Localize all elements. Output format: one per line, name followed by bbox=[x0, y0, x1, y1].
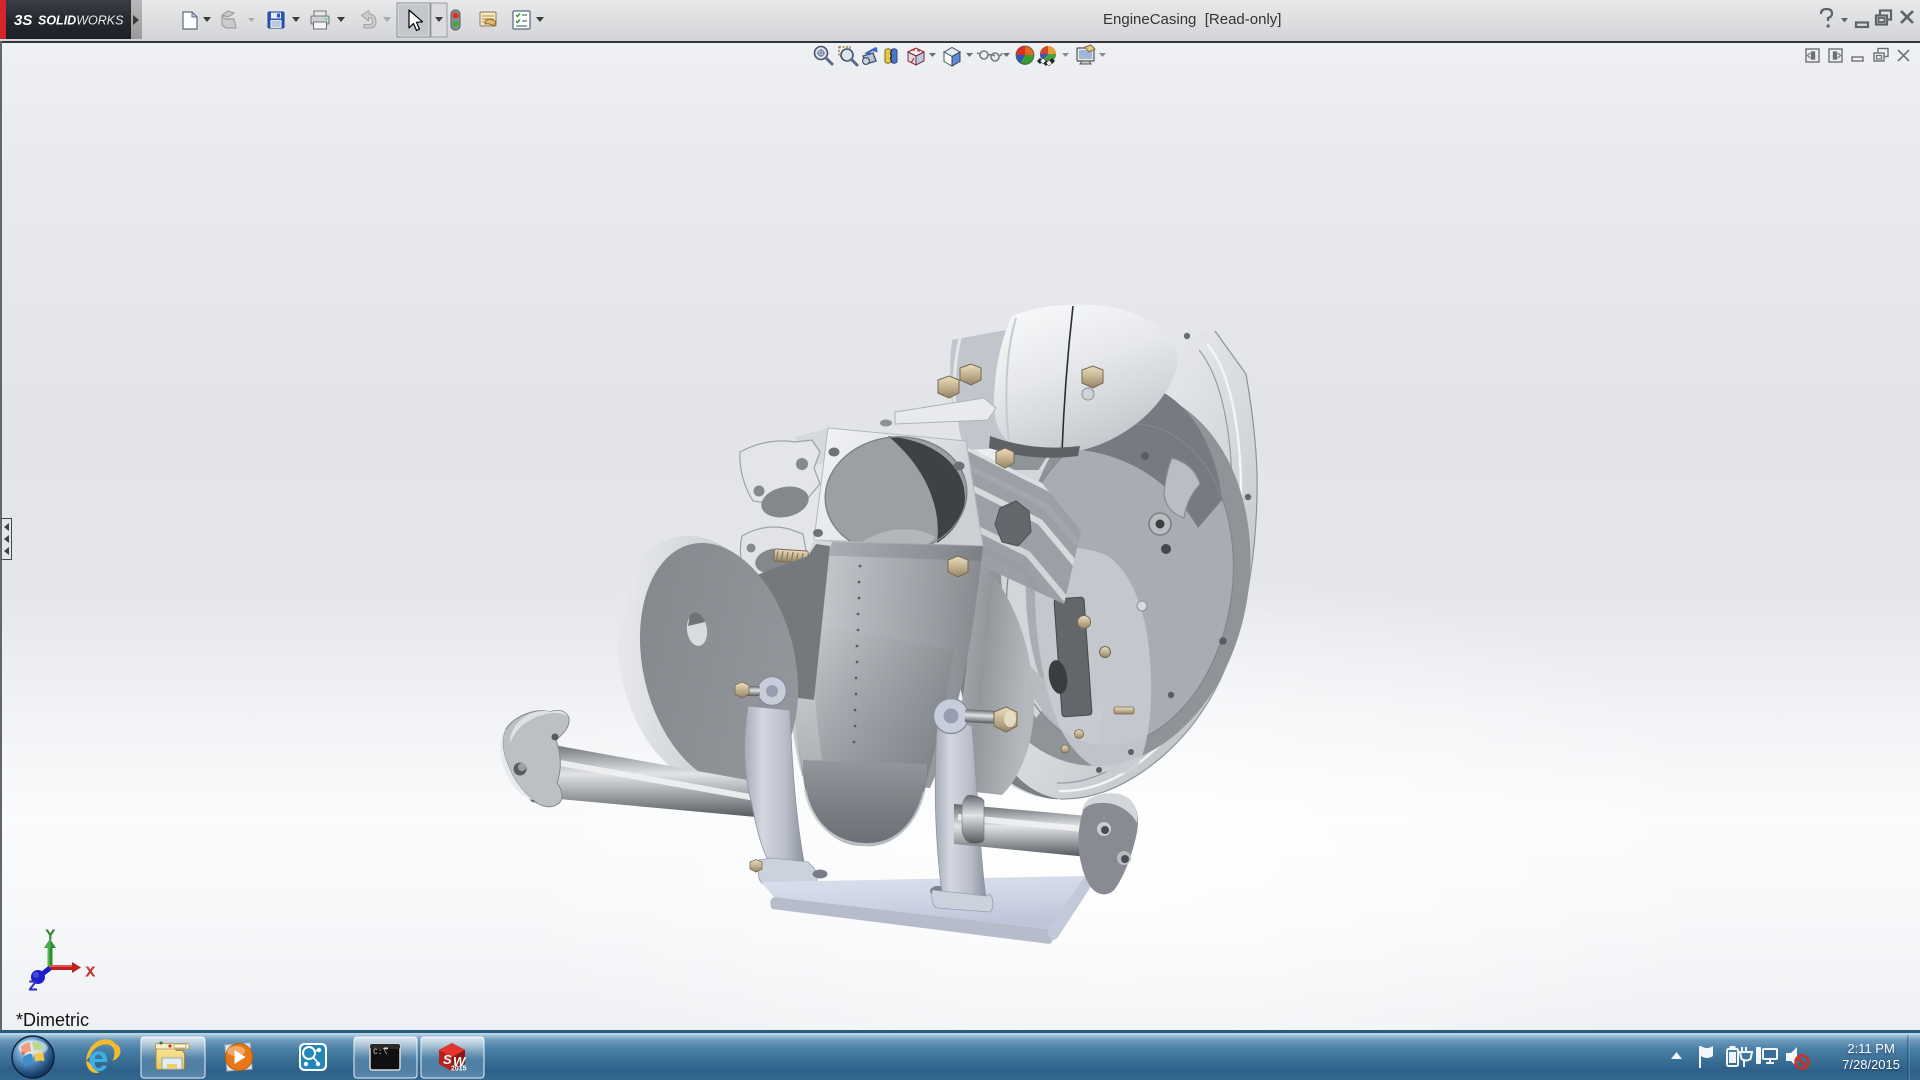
svg-text:Z: Z bbox=[29, 978, 37, 993]
svg-text:C:\: C:\ bbox=[373, 1048, 388, 1057]
svg-text:SOLIDWORKS: SOLIDWORKS bbox=[38, 14, 124, 28]
svg-text:3S: 3S bbox=[14, 12, 32, 29]
svg-text:2015: 2015 bbox=[451, 1066, 467, 1073]
svg-text:X: X bbox=[86, 964, 95, 979]
